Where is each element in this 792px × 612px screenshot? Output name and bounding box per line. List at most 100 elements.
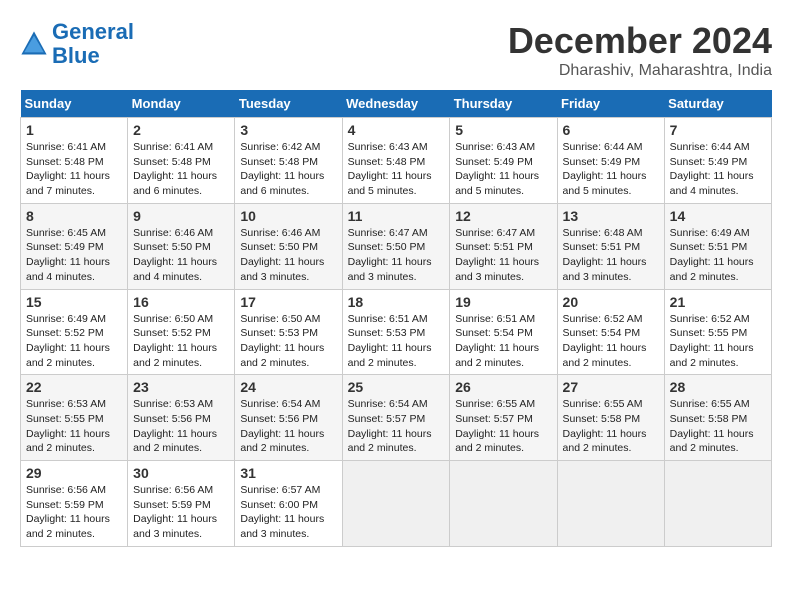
day-number: 28 — [670, 379, 766, 395]
day-info: Sunrise: 6:46 AM Sunset: 5:50 PM Dayligh… — [133, 226, 229, 285]
week-row-3: 15Sunrise: 6:49 AM Sunset: 5:52 PM Dayli… — [21, 289, 772, 375]
calendar-cell: 13 Sunrise: 6:48 AM Sunset: 5:51 PM Dayli… — [557, 203, 664, 289]
calendar-cell: 30 Sunrise: 6:56 AM Sunset: 5:59 PM Dayli… — [128, 461, 235, 547]
logo-line2: Blue — [52, 44, 134, 68]
calendar-cell: 5Sunrise: 6:43 AM Sunset: 5:49 PM Daylig… — [450, 118, 557, 204]
calendar-cell — [557, 461, 664, 547]
day-number: 14 — [670, 208, 766, 224]
calendar-cell: 14 Sunrise: 6:49 AM Sunset: 5:51 PM Dayli… — [664, 203, 771, 289]
calendar-cell: 28 Sunrise: 6:55 AM Sunset: 5:58 PM Dayli… — [664, 375, 771, 461]
calendar-cell: 23 Sunrise: 6:53 AM Sunset: 5:56 PM Dayli… — [128, 375, 235, 461]
title-block: December 2024 Dharashiv, Maharashtra, In… — [508, 20, 772, 80]
day-info: Sunrise: 6:53 AM Sunset: 5:56 PM Dayligh… — [133, 397, 229, 456]
day-number: 4 — [348, 122, 445, 138]
day-number: 1 — [26, 122, 122, 138]
calendar-cell — [664, 461, 771, 547]
calendar-cell: 31 Sunrise: 6:57 AM Sunset: 6:00 PM Dayli… — [235, 461, 342, 547]
day-info: Sunrise: 6:44 AM Sunset: 5:49 PM Dayligh… — [563, 140, 659, 199]
day-info: Sunrise: 6:49 AM Sunset: 5:51 PM Dayligh… — [670, 226, 766, 285]
day-info: Sunrise: 6:57 AM Sunset: 6:00 PM Dayligh… — [240, 483, 336, 542]
day-number: 21 — [670, 294, 766, 310]
calendar-cell: 18 Sunrise: 6:51 AM Sunset: 5:53 PM Dayli… — [342, 289, 450, 375]
day-number: 16 — [133, 294, 229, 310]
calendar-cell: 25 Sunrise: 6:54 AM Sunset: 5:57 PM Dayli… — [342, 375, 450, 461]
day-number: 6 — [563, 122, 659, 138]
calendar-cell — [450, 461, 557, 547]
calendar-header-row: SundayMondayTuesdayWednesdayThursdayFrid… — [21, 90, 772, 118]
calendar-cell: 1 Sunrise: 6:41 AM Sunset: 5:48 PM Daylig… — [21, 118, 128, 204]
calendar-cell: 11 Sunrise: 6:47 AM Sunset: 5:50 PM Dayli… — [342, 203, 450, 289]
calendar-cell: 9Sunrise: 6:46 AM Sunset: 5:50 PM Daylig… — [128, 203, 235, 289]
day-info: Sunrise: 6:45 AM Sunset: 5:49 PM Dayligh… — [26, 226, 122, 285]
week-row-4: 22Sunrise: 6:53 AM Sunset: 5:55 PM Dayli… — [21, 375, 772, 461]
day-number: 22 — [26, 379, 122, 395]
day-info: Sunrise: 6:51 AM Sunset: 5:53 PM Dayligh… — [348, 312, 445, 371]
col-header-wednesday: Wednesday — [342, 90, 450, 118]
day-info: Sunrise: 6:46 AM Sunset: 5:50 PM Dayligh… — [240, 226, 336, 285]
calendar-cell: 2Sunrise: 6:41 AM Sunset: 5:48 PM Daylig… — [128, 118, 235, 204]
location-title: Dharashiv, Maharashtra, India — [508, 62, 772, 80]
logo: General Blue — [20, 20, 134, 68]
col-header-saturday: Saturday — [664, 90, 771, 118]
page-header: General Blue December 2024 Dharashiv, Ma… — [20, 20, 772, 80]
day-info: Sunrise: 6:48 AM Sunset: 5:51 PM Dayligh… — [563, 226, 659, 285]
day-number: 8 — [26, 208, 122, 224]
calendar-cell: 12 Sunrise: 6:47 AM Sunset: 5:51 PM Dayli… — [450, 203, 557, 289]
day-info: Sunrise: 6:41 AM Sunset: 5:48 PM Dayligh… — [26, 140, 122, 199]
day-info: Sunrise: 6:51 AM Sunset: 5:54 PM Dayligh… — [455, 312, 551, 371]
logo-line1: General — [52, 19, 134, 44]
col-header-monday: Monday — [128, 90, 235, 118]
day-number: 3 — [240, 122, 336, 138]
day-number: 13 — [563, 208, 659, 224]
calendar-cell: 6 Sunrise: 6:44 AM Sunset: 5:49 PM Daylig… — [557, 118, 664, 204]
col-header-friday: Friday — [557, 90, 664, 118]
calendar-cell: 10 Sunrise: 6:46 AM Sunset: 5:50 PM Dayli… — [235, 203, 342, 289]
calendar-cell: 3 Sunrise: 6:42 AM Sunset: 5:48 PM Daylig… — [235, 118, 342, 204]
day-number: 2 — [133, 122, 229, 138]
day-info: Sunrise: 6:56 AM Sunset: 5:59 PM Dayligh… — [133, 483, 229, 542]
day-number: 26 — [455, 379, 551, 395]
logo-text: General Blue — [52, 20, 134, 68]
calendar-cell: 15Sunrise: 6:49 AM Sunset: 5:52 PM Dayli… — [21, 289, 128, 375]
calendar-table: SundayMondayTuesdayWednesdayThursdayFrid… — [20, 90, 772, 547]
calendar-cell — [342, 461, 450, 547]
day-number: 12 — [455, 208, 551, 224]
day-number: 30 — [133, 465, 229, 481]
day-number: 20 — [563, 294, 659, 310]
day-info: Sunrise: 6:47 AM Sunset: 5:50 PM Dayligh… — [348, 226, 445, 285]
day-number: 11 — [348, 208, 445, 224]
day-info: Sunrise: 6:56 AM Sunset: 5:59 PM Dayligh… — [26, 483, 122, 542]
day-number: 29 — [26, 465, 122, 481]
day-info: Sunrise: 6:42 AM Sunset: 5:48 PM Dayligh… — [240, 140, 336, 199]
day-info: Sunrise: 6:47 AM Sunset: 5:51 PM Dayligh… — [455, 226, 551, 285]
calendar-cell: 4 Sunrise: 6:43 AM Sunset: 5:48 PM Daylig… — [342, 118, 450, 204]
day-number: 24 — [240, 379, 336, 395]
day-info: Sunrise: 6:49 AM Sunset: 5:52 PM Dayligh… — [26, 312, 122, 371]
day-number: 31 — [240, 465, 336, 481]
day-number: 5 — [455, 122, 551, 138]
day-info: Sunrise: 6:43 AM Sunset: 5:48 PM Dayligh… — [348, 140, 445, 199]
calendar-cell: 20Sunrise: 6:52 AM Sunset: 5:54 PM Dayli… — [557, 289, 664, 375]
day-info: Sunrise: 6:50 AM Sunset: 5:52 PM Dayligh… — [133, 312, 229, 371]
calendar-cell: 8 Sunrise: 6:45 AM Sunset: 5:49 PM Daylig… — [21, 203, 128, 289]
week-row-2: 8 Sunrise: 6:45 AM Sunset: 5:49 PM Daylig… — [21, 203, 772, 289]
day-info: Sunrise: 6:54 AM Sunset: 5:57 PM Dayligh… — [348, 397, 445, 456]
day-info: Sunrise: 6:54 AM Sunset: 5:56 PM Dayligh… — [240, 397, 336, 456]
col-header-tuesday: Tuesday — [235, 90, 342, 118]
day-number: 25 — [348, 379, 445, 395]
calendar-cell: 7Sunrise: 6:44 AM Sunset: 5:49 PM Daylig… — [664, 118, 771, 204]
day-info: Sunrise: 6:50 AM Sunset: 5:53 PM Dayligh… — [240, 312, 336, 371]
week-row-5: 29 Sunrise: 6:56 AM Sunset: 5:59 PM Dayli… — [21, 461, 772, 547]
day-info: Sunrise: 6:55 AM Sunset: 5:58 PM Dayligh… — [670, 397, 766, 456]
day-number: 7 — [670, 122, 766, 138]
day-info: Sunrise: 6:55 AM Sunset: 5:58 PM Dayligh… — [563, 397, 659, 456]
calendar-cell: 21Sunrise: 6:52 AM Sunset: 5:55 PM Dayli… — [664, 289, 771, 375]
day-number: 18 — [348, 294, 445, 310]
calendar-cell: 17Sunrise: 6:50 AM Sunset: 5:53 PM Dayli… — [235, 289, 342, 375]
day-number: 23 — [133, 379, 229, 395]
calendar-cell: 22Sunrise: 6:53 AM Sunset: 5:55 PM Dayli… — [21, 375, 128, 461]
calendar-cell: 16 Sunrise: 6:50 AM Sunset: 5:52 PM Dayli… — [128, 289, 235, 375]
week-row-1: 1 Sunrise: 6:41 AM Sunset: 5:48 PM Daylig… — [21, 118, 772, 204]
day-number: 10 — [240, 208, 336, 224]
calendar-cell: 26Sunrise: 6:55 AM Sunset: 5:57 PM Dayli… — [450, 375, 557, 461]
